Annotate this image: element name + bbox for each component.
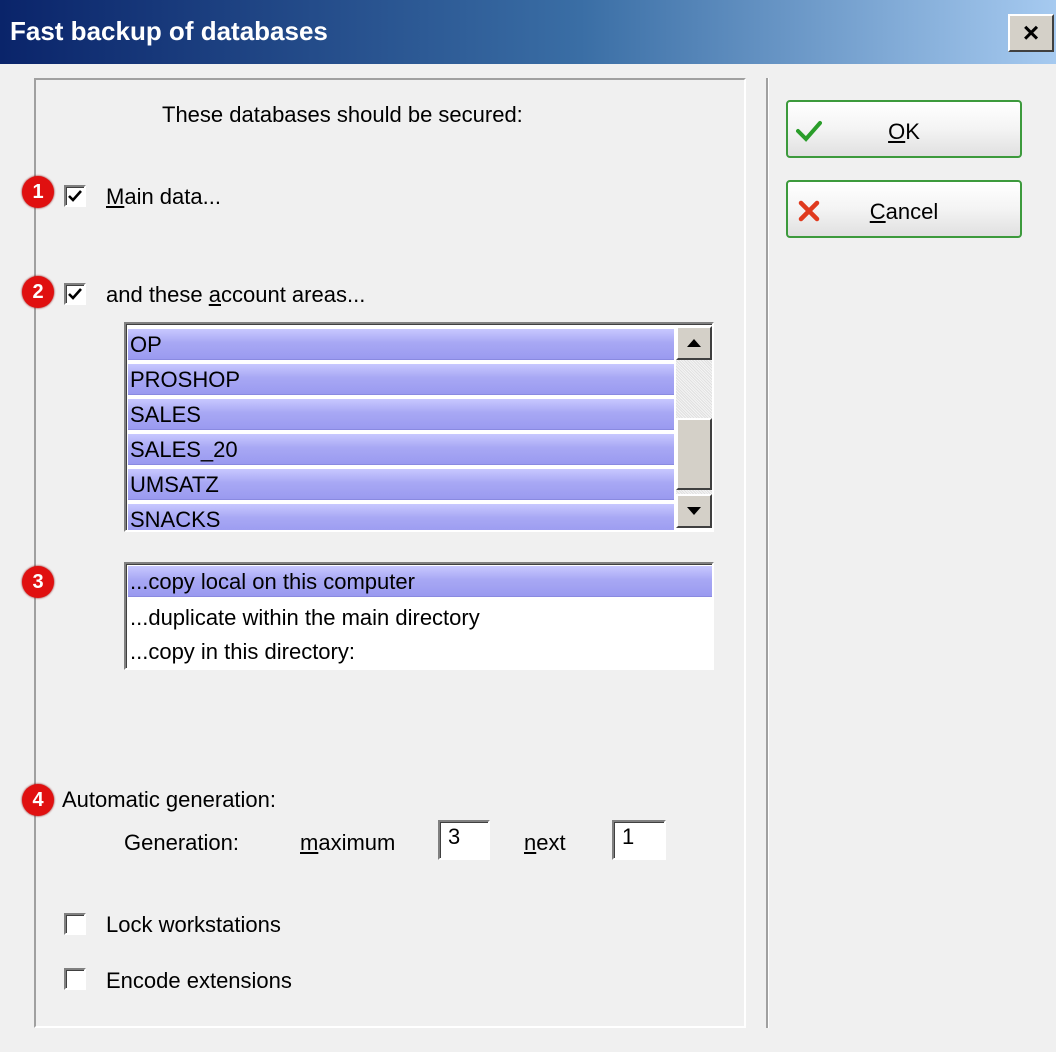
cancel-label: Cancel: [869, 199, 939, 224]
generation-label: Generation:: [124, 830, 239, 855]
lock-workstations-label[interactable]: Lock workstations: [106, 914, 281, 936]
list-item[interactable]: SNACKS: [128, 504, 674, 530]
maximum-input[interactable]: 3: [438, 820, 490, 860]
badge-1: 1: [22, 176, 54, 208]
window-title: Fast backup of databases: [10, 16, 328, 46]
checkmark-icon: [68, 288, 82, 300]
automatic-generation-label: Automatic generation:: [62, 787, 277, 812]
cancel-button[interactable]: Cancel: [786, 180, 1022, 238]
list-scrollbar[interactable]: [676, 326, 712, 528]
next-input[interactable]: 1: [612, 820, 666, 860]
list-item[interactable]: ...duplicate within the main directory: [128, 602, 712, 633]
list-item[interactable]: OP: [128, 329, 674, 360]
list-item[interactable]: ...copy local on this computer: [128, 566, 712, 597]
account-areas-label[interactable]: and these account areas...: [106, 284, 365, 306]
title-bar: Fast backup of databases ×: [0, 0, 1056, 64]
list-item[interactable]: PROSHOP: [128, 364, 674, 395]
account-areas-checkbox[interactable]: [64, 283, 86, 305]
scroll-thumb[interactable]: [676, 418, 712, 490]
badge-3: 3: [22, 566, 54, 598]
encode-extensions-label[interactable]: Encode extensions: [106, 970, 292, 992]
account-areas-list[interactable]: OP PROSHOP SALES SALES_20 UMSATZ SNACKS: [124, 322, 714, 532]
list-item[interactable]: SALES: [128, 399, 674, 430]
next-label: next: [524, 830, 566, 855]
badge-2: 2: [22, 276, 54, 308]
scroll-down-button[interactable]: [676, 494, 712, 528]
ok-label: OK: [888, 119, 920, 144]
encode-extensions-checkbox[interactable]: [64, 968, 86, 990]
list-item[interactable]: SALES_20: [128, 434, 674, 465]
lock-workstations-checkbox[interactable]: [64, 913, 86, 935]
options-panel: [34, 78, 746, 1028]
checkmark-icon: [68, 190, 82, 202]
list-item[interactable]: ...copy in this directory:: [128, 636, 712, 667]
ok-button[interactable]: OK: [786, 100, 1022, 158]
close-button[interactable]: ×: [1008, 14, 1054, 52]
list-item[interactable]: UMSATZ: [128, 469, 674, 500]
heading-label: These databases should be secured:: [162, 102, 523, 127]
arrow-up-icon: [687, 339, 701, 347]
main-data-label[interactable]: Main data...: [106, 186, 221, 208]
badge-4: 4: [22, 784, 54, 816]
close-icon: ×: [1022, 17, 1040, 48]
main-data-checkbox[interactable]: [64, 185, 86, 207]
copy-options-list[interactable]: ...copy local on this computer ...duplic…: [124, 562, 714, 670]
arrow-down-icon: [687, 507, 701, 515]
scroll-up-button[interactable]: [676, 326, 712, 360]
maximum-label: maximum: [300, 830, 396, 855]
